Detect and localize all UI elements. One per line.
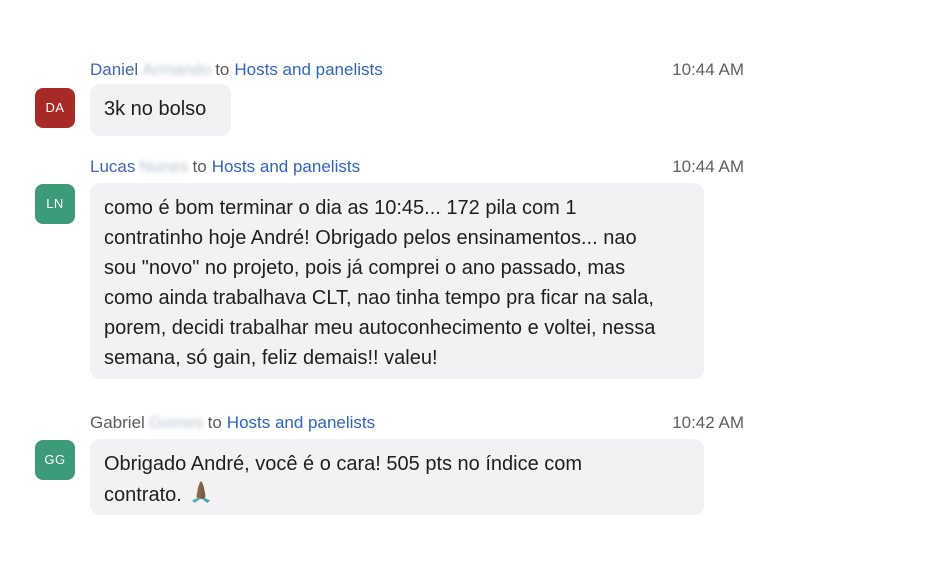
chat-message-list: Daniel Armando to Hosts and panelists 10:44… xyxy=(0,0,945,585)
message-header: Lucas Nunes to Hosts and panelists 10:44 AM xyxy=(90,155,744,179)
recipient-link[interactable]: Hosts and panelists xyxy=(212,155,360,179)
message-header: Daniel Armando to Hosts and panelists 10:44… xyxy=(90,58,744,82)
folded-hands-icon xyxy=(191,481,210,503)
to-label: to xyxy=(207,413,222,432)
message-bubble: Obrigado André, você é o cara! 505 pts n… xyxy=(90,439,704,515)
message-time: 10:42 AM xyxy=(672,413,744,432)
sender-surname-redacted: Nunes xyxy=(139,157,189,176)
message-bubble: 3k no bolso xyxy=(90,84,231,136)
message-text: 3k no bolso xyxy=(104,98,207,120)
message-time: 10:44 AM xyxy=(672,60,744,79)
recipient-link[interactable]: Hosts and panelists xyxy=(227,411,375,435)
recipient-link[interactable]: Hosts and panelists xyxy=(234,58,382,82)
message-header: Gabriel Gomes to Hosts and panelists 10:42 … xyxy=(90,411,744,435)
avatar: GG xyxy=(35,440,75,480)
message-time: 10:44 AM xyxy=(672,157,744,176)
avatar: DA xyxy=(35,88,75,128)
sender-name: Lucas xyxy=(90,157,136,176)
sender-surname-redacted: Gomes xyxy=(148,413,204,432)
to-label: to xyxy=(192,157,207,176)
message-bubble: como é bom terminar o dia as 10:45... 17… xyxy=(90,183,704,379)
sender-name: Gabriel xyxy=(90,413,145,432)
to-label: to xyxy=(215,60,230,79)
sender-name: Daniel xyxy=(90,60,139,79)
sender-surname-redacted: Armando xyxy=(142,60,212,79)
message-text: Obrigado André, você é o cara! 505 pts n… xyxy=(104,453,583,506)
message-text: como é bom terminar o dia as 10:45... 17… xyxy=(104,197,656,369)
avatar: LN xyxy=(35,184,75,224)
